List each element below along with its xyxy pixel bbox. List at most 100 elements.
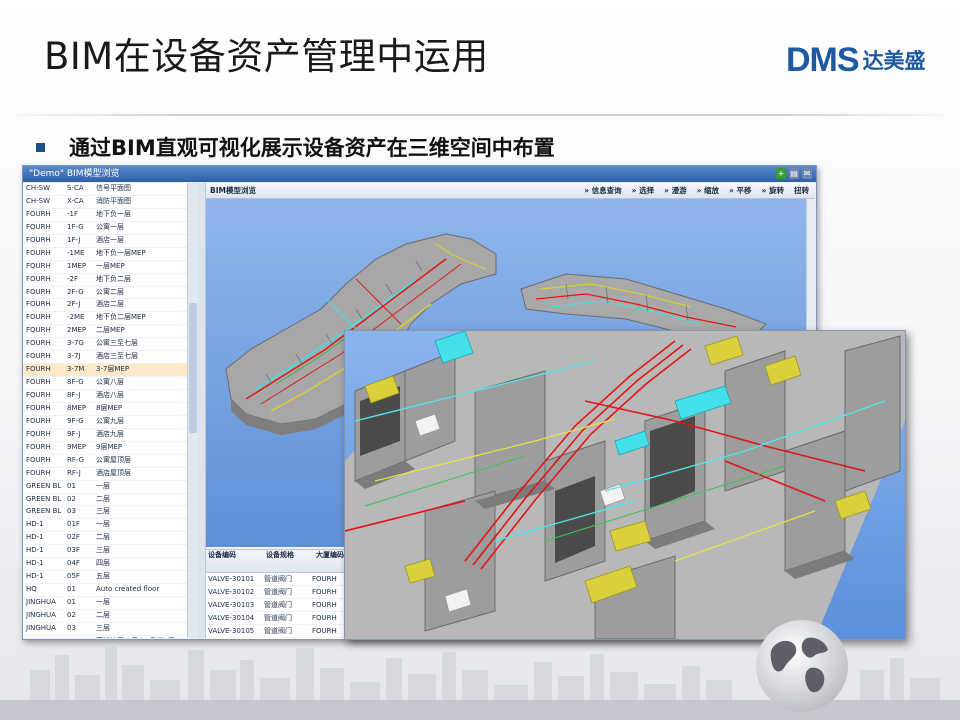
tree-building-code: FOURH: [26, 455, 51, 464]
logo-text: 达美盛: [862, 49, 926, 73]
tree-building-code: JINGHUA: [26, 598, 56, 606]
tree-building-code: FOURH: [26, 442, 51, 451]
tree-row[interactable]: CH-SW S-CA 信号平面图: [23, 183, 197, 196]
tree-row[interactable]: FOURH 8F-J 酒店八层: [23, 390, 197, 403]
tree-scrollbar[interactable]: [187, 183, 198, 638]
equipment-code: VALVE-30102: [208, 588, 255, 596]
tree-row[interactable]: FOURH 1F-J 酒店一层: [23, 235, 197, 248]
tree-row[interactable]: HD-1 01F 一层: [23, 519, 197, 533]
tree-floor-code: 03: [67, 507, 76, 516]
tool-walk[interactable]: » 漫游: [664, 183, 686, 198]
tree-floor-name: 公寓八层: [96, 378, 124, 387]
tree-building-code: HD-1: [26, 533, 44, 542]
tree-row[interactable]: JINGHUA 01 一层: [23, 597, 197, 610]
tree-floor-name: 公寓二层: [96, 287, 124, 296]
tree-row[interactable]: FOURH 9F-J 酒店九层: [23, 429, 197, 442]
tree-floor-name: 8层MEP: [96, 403, 123, 412]
tree-floor-name: 二层: [96, 533, 110, 542]
tree-row[interactable]: GREEN BL 02 二层: [23, 494, 197, 507]
tree-row[interactable]: HQ 01 Auto created floor: [23, 584, 197, 597]
tree-row[interactable]: FOURH -1F 地下负一层: [23, 209, 197, 222]
tree-row[interactable]: HD-1 04F 四层: [23, 558, 197, 572]
tree-floor-name: Auto created floor: [96, 585, 160, 594]
tree-row[interactable]: JINGHUA 02 二层: [23, 610, 197, 623]
equipment-table: 设备编码 设备规格 大厦编码 VALVE-30101 管道阀门 FOURH VALVE…: [206, 549, 360, 639]
tree-row[interactable]: GREEN BL 03 三层: [23, 506, 197, 520]
table-row[interactable]: VALVE-30102 管道阀门 FOURH: [206, 586, 360, 599]
tree-row[interactable]: FOURH -1ME 地下负一层MEP: [23, 248, 197, 261]
tree-row[interactable]: FOURH -2F 地下负二层: [23, 274, 197, 287]
tool-select[interactable]: » 选择: [632, 183, 654, 198]
tree-floor-code: -1F: [67, 209, 79, 218]
tree-row[interactable]: FOURH 3-7M 3-7层MEP: [23, 364, 197, 378]
tree-row[interactable]: FOURH 3-7G 公寓三至七层: [23, 338, 197, 352]
mail-icon[interactable]: ✉: [802, 168, 812, 179]
table-row[interactable]: VALVE-30103 管道阀门 FOURH: [206, 599, 360, 612]
tree-row[interactable]: HD-1 02F 二层: [23, 532, 197, 546]
tree-floor-name: 公寓九层: [96, 416, 124, 425]
tree-building-code: FOURH: [26, 468, 51, 477]
tree-row[interactable]: CH-SW X-CA 消防平面图: [23, 196, 197, 209]
print-icon[interactable]: ▤: [789, 168, 799, 179]
tree-floor-code: -2ME: [67, 313, 85, 322]
tree-floor-name: 酒店二层: [96, 300, 124, 309]
tree-building-code: CH-SW: [26, 196, 51, 205]
tree-floor-name: 9层MEP: [96, 442, 123, 451]
tree-floor-name: 一层: [96, 520, 110, 529]
tree-row[interactable]: FOURH 1MEP 一层MEP: [23, 261, 197, 274]
tree-row[interactable]: HD-1 03F 三层: [23, 545, 197, 559]
tool-rotate[interactable]: » 旋转: [762, 183, 784, 198]
tree-building-code: GREEN BL: [26, 481, 62, 490]
tree-floor-name: 一层MEP: [96, 261, 125, 270]
tree-building-code: FOURH: [26, 378, 51, 387]
tree-row[interactable]: FOURH 9MEP 9层MEP: [23, 442, 197, 455]
tree-floor-code: X-CA: [67, 196, 84, 205]
add-icon[interactable]: +: [776, 168, 786, 179]
tree-row[interactable]: GREEN BL 01 一层: [23, 481, 197, 494]
col-header-code[interactable]: 设备编码: [206, 550, 264, 572]
tree-floor-code: 3-7M: [67, 365, 85, 374]
tree-row[interactable]: FOURH 1F-G 公寓一层: [23, 222, 197, 235]
tree-floor-name: 酒店九层: [96, 429, 124, 438]
tree-floor-code: 2MEP: [67, 326, 87, 335]
tree-building-code: FOURH: [26, 274, 51, 283]
tool-twist[interactable]: 扭转: [794, 183, 809, 198]
tree-floor-code: 01F: [67, 520, 80, 529]
tree-row[interactable]: FOURH 2F-J 酒店二层: [23, 299, 197, 313]
tool-zoom[interactable]: » 缩放: [697, 183, 719, 198]
panel-splitter[interactable]: [198, 183, 206, 638]
tree-building-code: FOURH: [26, 287, 51, 296]
equipment-spec: 管道阀门: [264, 575, 292, 583]
bullet-square-icon: [36, 142, 45, 152]
equipment-spec: 管道阀门: [264, 588, 292, 596]
tool-pan[interactable]: » 平移: [729, 183, 751, 198]
tree-floor-code: 9F-J: [67, 429, 81, 438]
tree-floor-code: 01: [67, 598, 76, 606]
window-title: "Demo" BIM模型浏览: [29, 169, 120, 179]
tree-floor-name: 公寓屋顶层: [96, 455, 131, 464]
tree-row[interactable]: FOURH 8MEP 8层MEP: [23, 403, 197, 416]
tree-building-code: FOURH: [26, 429, 51, 438]
tree-row[interactable]: HD-1 05F 五层: [23, 571, 197, 585]
company-logo: DMS 达美盛: [786, 40, 926, 80]
tree-floor-code: 01: [67, 585, 76, 594]
tree-row[interactable]: FOURH 8F-G 公寓八层: [23, 377, 197, 390]
tree-building-code: FOURH: [26, 365, 51, 374]
tree-row[interactable]: FOURH 3-7J 酒店三至七层: [23, 351, 197, 365]
tree-row[interactable]: FOURH 2MEP 二层MEP: [23, 325, 197, 339]
tool-info-query[interactable]: » 信息查询: [584, 183, 621, 198]
equipment-code: VALVE-30104: [208, 614, 255, 622]
tree-scroll-thumb[interactable]: [189, 303, 197, 433]
tree-row[interactable]: FOURH 9F-G 公寓九层: [23, 416, 197, 429]
tree-building-code: FOURH: [26, 416, 51, 425]
tree-row[interactable]: FOURH RF-G 公寓屋顶层: [23, 455, 197, 468]
tree-row[interactable]: FOURH RF-J 酒店屋顶层: [23, 468, 197, 481]
col-header-spec[interactable]: 设备规格: [264, 550, 314, 572]
tree-floor-name: 二层: [96, 610, 110, 619]
table-row[interactable]: VALVE-30104 管道阀门 FOURH: [206, 612, 360, 625]
tree-row[interactable]: FOURH -2ME 地下负二层MEP: [23, 312, 197, 326]
tree-building-code: FOURH: [26, 209, 51, 218]
tree-row[interactable]: FOURH 2F-G 公寓二层: [23, 287, 197, 300]
table-row[interactable]: VALVE-30101 管道阀门 FOURH: [206, 573, 360, 586]
tree-floor-code: S-CA: [67, 184, 84, 192]
